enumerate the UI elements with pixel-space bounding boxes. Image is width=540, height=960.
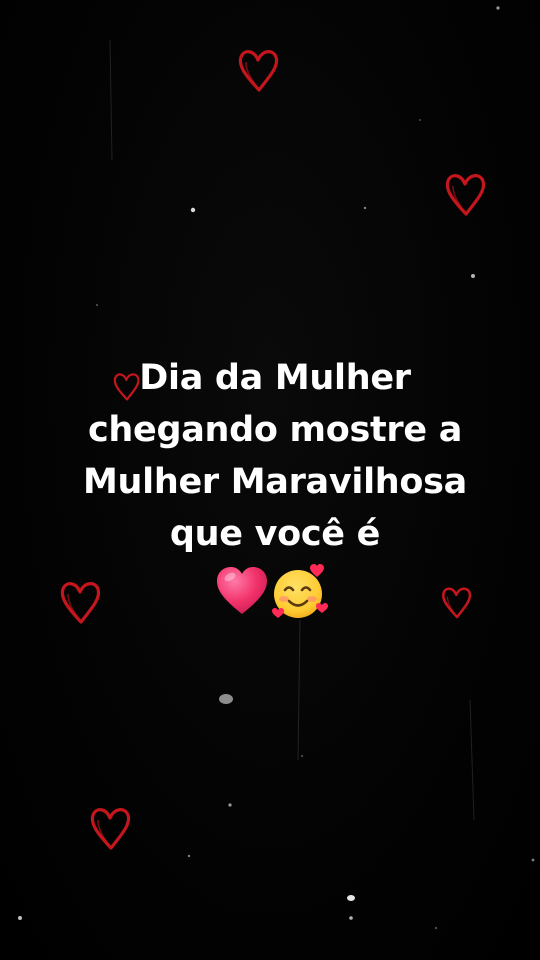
- heart-doodle-icon: [441, 587, 472, 619]
- caption-line: chegando mostre a: [87, 410, 463, 450]
- dust-speck: [18, 916, 22, 920]
- story-caption: Dia da Mulher chegando mostre a Mulher M…: [60, 352, 490, 560]
- dust-speck: [301, 755, 303, 757]
- story-background: Dia da Mulher chegando mostre a Mulher M…: [0, 0, 540, 960]
- emoji-row: [214, 563, 330, 619]
- caption-line: Mulher Maravilhosa: [83, 462, 467, 502]
- heart-doodle-icon: [60, 582, 101, 624]
- dust-speck: [471, 274, 475, 278]
- heart-doodle-icon: [90, 808, 131, 850]
- heart-doodle-icon: [238, 50, 279, 92]
- dust-speck: [96, 304, 98, 306]
- dust-speck: [187, 854, 191, 858]
- dust-speck: [531, 858, 535, 862]
- pink-heart-icon: [217, 567, 267, 614]
- dust-speck: [435, 927, 437, 929]
- heart-doodle-icon: [445, 174, 486, 216]
- dust-speck: [419, 119, 421, 121]
- dust-speck: [349, 916, 353, 920]
- dust-speck: [347, 895, 355, 901]
- dust-speck: [219, 694, 233, 704]
- smiling-face-with-hearts-icon: [272, 564, 328, 618]
- caption-line: Dia da Mulher: [139, 358, 411, 398]
- caption-line: que você é: [169, 514, 381, 554]
- scratch-line: [297, 619, 301, 761]
- dust-speck: [496, 6, 500, 10]
- scratch-line: [469, 699, 475, 821]
- scratch-line: [109, 39, 113, 161]
- dust-speck: [228, 803, 232, 807]
- dust-speck: [190, 207, 196, 213]
- dust-speck: [363, 206, 367, 210]
